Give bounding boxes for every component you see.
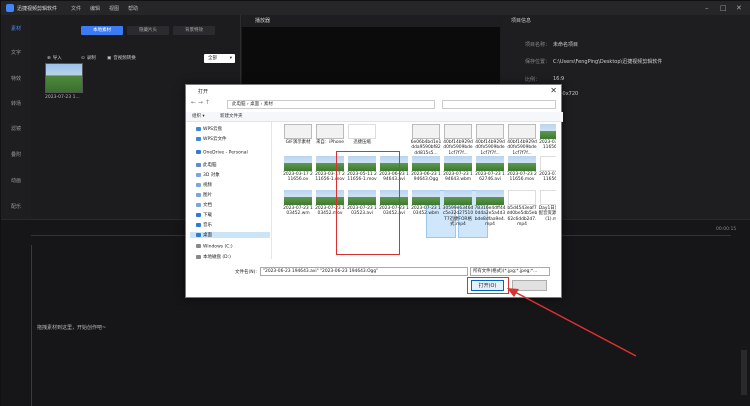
annotation-overlay: [507, 288, 637, 357]
annotation-arrow-line: [512, 290, 637, 357]
app-window: 迅捷视频剪辑软件 文件 编辑 视图 帮助 – □ ✕ 素材 文字 特效 转场 滤…: [0, 0, 750, 406]
